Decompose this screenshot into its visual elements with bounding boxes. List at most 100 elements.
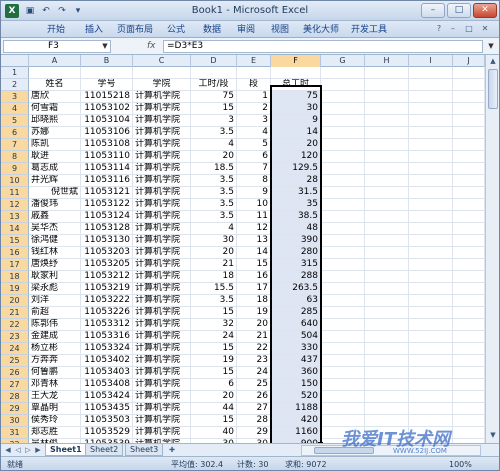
cell[interactable]: 陈郭伟	[29, 319, 81, 331]
cell[interactable]	[321, 91, 365, 103]
tab-formulas[interactable]: 公式	[161, 23, 191, 37]
cell[interactable]	[409, 259, 453, 271]
cell[interactable]: 陈凯	[29, 139, 81, 151]
cell[interactable]: 计算机学院	[133, 103, 191, 115]
cell[interactable]: 计算机学院	[133, 127, 191, 139]
expand-formula-bar-icon[interactable]: ▼	[485, 40, 497, 53]
cell[interactable]	[409, 307, 453, 319]
name-box-dropdown-icon[interactable]: ▼	[99, 40, 111, 53]
scroll-down-icon[interactable]: ▼	[487, 429, 499, 441]
cell[interactable]	[453, 151, 485, 163]
cell[interactable]: 20	[271, 139, 321, 151]
cell[interactable]	[409, 151, 453, 163]
cell[interactable]: 437	[271, 355, 321, 367]
cell[interactable]: 刘洋	[29, 295, 81, 307]
cell[interactable]: 3	[191, 115, 237, 127]
cell[interactable]: 3.5	[191, 187, 237, 199]
cell[interactable]	[365, 283, 409, 295]
cell[interactable]	[365, 103, 409, 115]
sheet-tab-sheet1[interactable]: Sheet1	[45, 444, 87, 456]
cell[interactable]: 3.5	[191, 295, 237, 307]
cell[interactable]: 侯秀玲	[29, 415, 81, 427]
tab-data[interactable]: 数据	[197, 23, 227, 37]
cell[interactable]	[409, 103, 453, 115]
cell[interactable]: 11053424	[81, 391, 133, 403]
column-header[interactable]: H	[365, 55, 409, 67]
row-header[interactable]: 22	[1, 319, 29, 331]
cell[interactable]	[365, 379, 409, 391]
cell[interactable]: 总工时	[271, 79, 321, 91]
cell[interactable]: 计算机学院	[133, 199, 191, 211]
cell[interactable]	[409, 403, 453, 415]
cell[interactable]: 11053312	[81, 319, 133, 331]
cell[interactable]	[409, 391, 453, 403]
cell[interactable]	[409, 127, 453, 139]
cell[interactable]	[453, 115, 485, 127]
cell[interactable]	[409, 343, 453, 355]
cell[interactable]: 32	[191, 319, 237, 331]
cell[interactable]	[453, 319, 485, 331]
zoom-level[interactable]: 100%	[449, 459, 472, 470]
cell[interactable]	[453, 139, 485, 151]
cell[interactable]	[365, 115, 409, 127]
cell[interactable]: 11053402	[81, 355, 133, 367]
cell[interactable]	[409, 283, 453, 295]
cell[interactable]: 计算机学院	[133, 91, 191, 103]
cell[interactable]: 计算机学院	[133, 415, 191, 427]
cell[interactable]: 计算机学院	[133, 307, 191, 319]
cell[interactable]: 方奔奔	[29, 355, 81, 367]
cell[interactable]	[453, 355, 485, 367]
cell[interactable]: 郑志胜	[29, 427, 81, 439]
cell[interactable]	[409, 295, 453, 307]
cell[interactable]	[453, 235, 485, 247]
cell[interactable]: 覃晶明	[29, 403, 81, 415]
cell[interactable]: 48	[271, 223, 321, 235]
row-header[interactable]: 20	[1, 295, 29, 307]
cell[interactable]	[321, 403, 365, 415]
cell[interactable]: 井光辉	[29, 175, 81, 187]
cell[interactable]: 11053121	[81, 187, 133, 199]
cell[interactable]	[409, 91, 453, 103]
cell[interactable]: 俞超	[29, 307, 81, 319]
workbook-close-button[interactable]: ✕	[479, 23, 491, 35]
cell[interactable]	[409, 175, 453, 187]
cell[interactable]	[453, 391, 485, 403]
cell[interactable]	[271, 67, 321, 79]
cell[interactable]	[321, 271, 365, 283]
cell[interactable]	[321, 199, 365, 211]
cell[interactable]: 何鲁鹏	[29, 367, 81, 379]
row-header[interactable]: 30	[1, 415, 29, 427]
row-header[interactable]: 12	[1, 199, 29, 211]
cell[interactable]	[453, 367, 485, 379]
cell[interactable]	[365, 79, 409, 91]
cell[interactable]: 504	[271, 331, 321, 343]
row-header[interactable]: 9	[1, 163, 29, 175]
cell[interactable]	[321, 391, 365, 403]
cell[interactable]	[453, 307, 485, 319]
cell[interactable]: 360	[271, 367, 321, 379]
cell[interactable]	[453, 271, 485, 283]
cell[interactable]: 28	[237, 415, 271, 427]
cell[interactable]: 11053104	[81, 115, 133, 127]
cell[interactable]: 1188	[271, 403, 321, 415]
row-header[interactable]: 28	[1, 391, 29, 403]
cell[interactable]: 8	[237, 175, 271, 187]
cell[interactable]: 640	[271, 319, 321, 331]
cell[interactable]	[321, 127, 365, 139]
row-header[interactable]: 31	[1, 427, 29, 439]
row-header[interactable]: 18	[1, 271, 29, 283]
cell[interactable]	[365, 163, 409, 175]
cell[interactable]	[409, 271, 453, 283]
cell[interactable]: 3	[237, 115, 271, 127]
cell[interactable]: 4	[191, 139, 237, 151]
cell[interactable]	[453, 259, 485, 271]
cell[interactable]: 11053130	[81, 235, 133, 247]
cell[interactable]: 计算机学院	[133, 355, 191, 367]
cell[interactable]: 20	[237, 319, 271, 331]
cell[interactable]	[365, 175, 409, 187]
cell[interactable]: 63	[271, 295, 321, 307]
cell[interactable]: 金建成	[29, 331, 81, 343]
cell[interactable]	[321, 259, 365, 271]
cell[interactable]: 9	[237, 187, 271, 199]
cell[interactable]: 23	[237, 355, 271, 367]
